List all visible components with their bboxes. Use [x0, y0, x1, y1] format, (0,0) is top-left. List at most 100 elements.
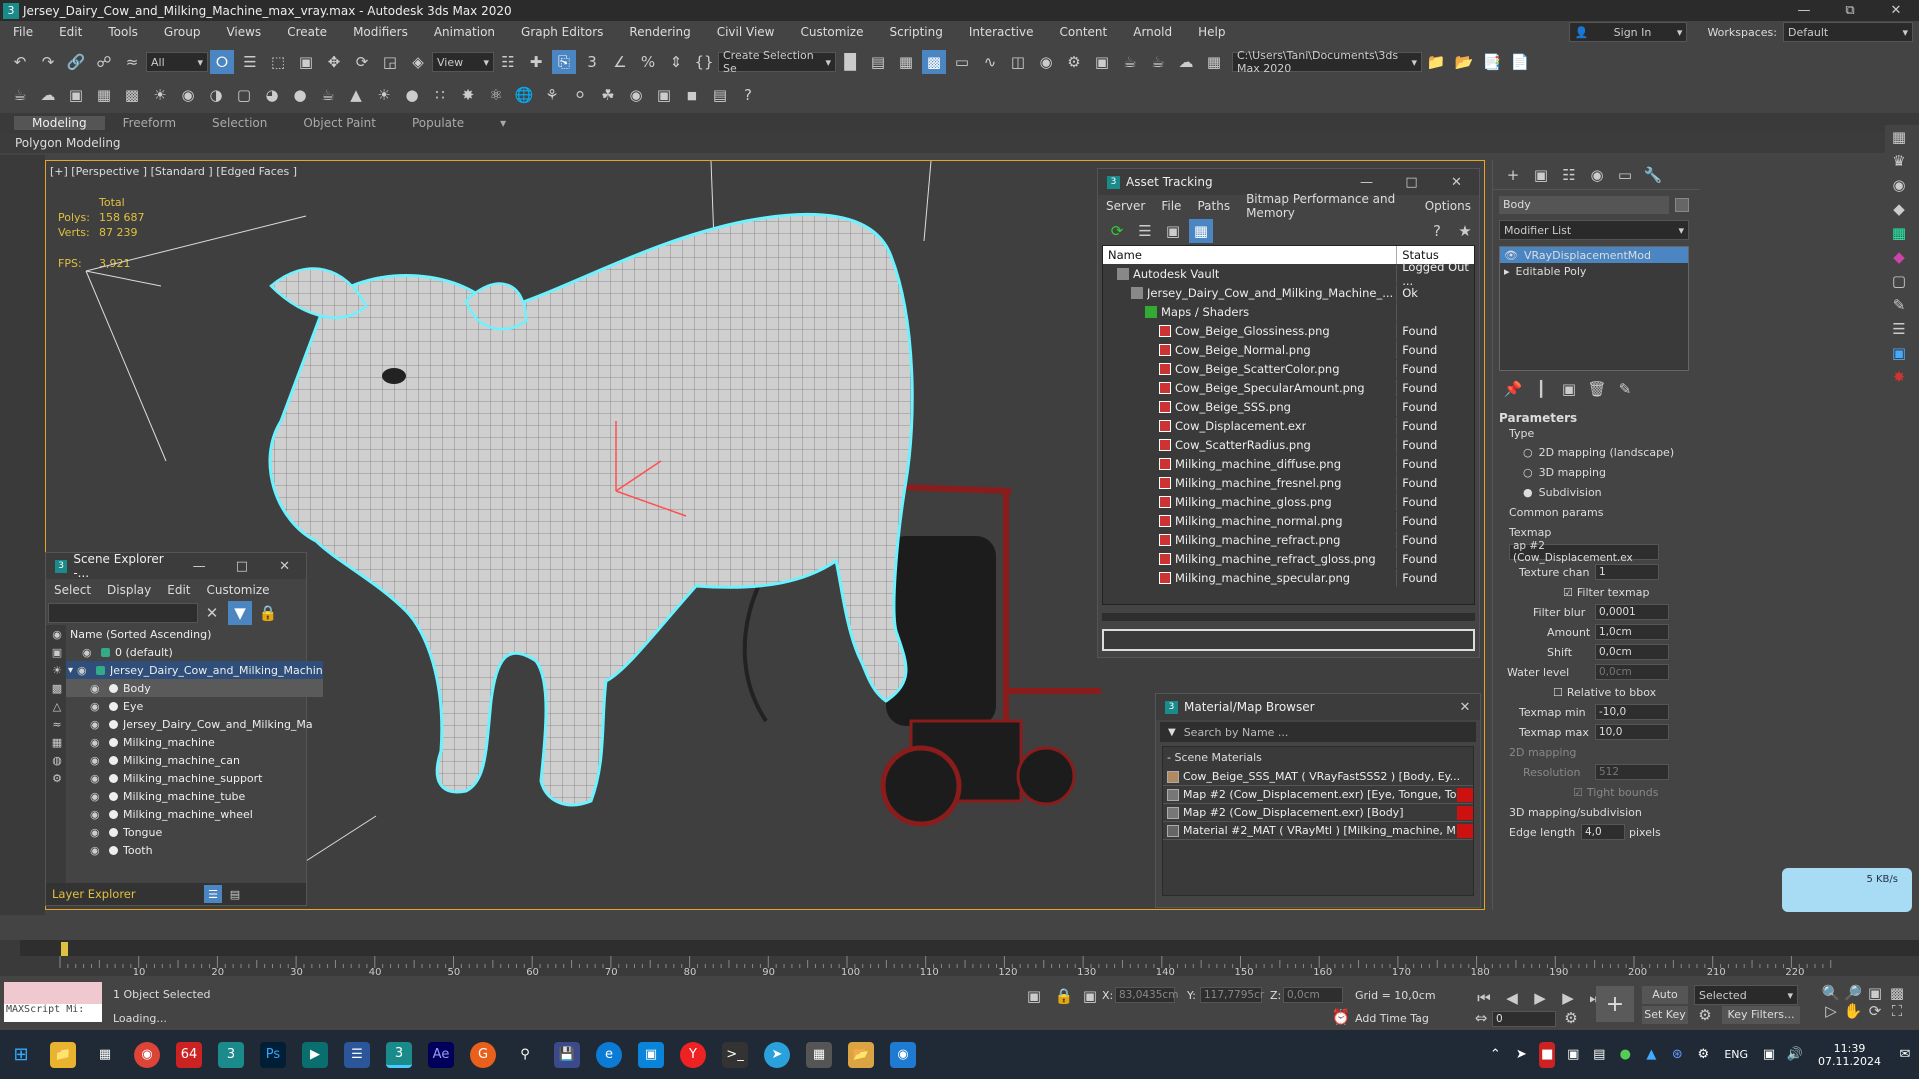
expand-icon[interactable]: ▸	[1504, 265, 1510, 278]
help-icon[interactable]: ?	[1425, 219, 1449, 243]
bind-spacewarp-icon[interactable]: ≈	[120, 50, 144, 74]
display-tab-icon[interactable]: ▭	[1613, 163, 1637, 187]
table-view-icon[interactable]: ▦	[1189, 219, 1213, 243]
visibility-eye-icon[interactable]: ◉	[90, 754, 104, 767]
z-coord-field[interactable]: 0,0cm	[1283, 987, 1343, 1003]
texmap-max-spinner[interactable]: 10,0	[1595, 724, 1669, 740]
scene-row[interactable]: ◉ 0 (default)	[66, 643, 323, 661]
material-row[interactable]: Cow_Beige_SSS_MAT ( VRayFastSSS2 ) [Body…	[1163, 768, 1473, 786]
visibility-eye-icon[interactable]: ◉	[90, 700, 104, 713]
shift-spinner[interactable]: 0,0cm	[1595, 644, 1669, 660]
checkbox-icon[interactable]: ☑	[1573, 786, 1583, 799]
box-icon[interactable]: ▢	[232, 83, 256, 107]
toggle-layer-explorer-icon[interactable]: ▩	[922, 50, 946, 74]
snaps-toggle-icon[interactable]: 3	[580, 50, 604, 74]
material-sphere-icon[interactable]: ◉	[624, 83, 648, 107]
photoshop-icon[interactable]: Ps	[260, 1041, 286, 1068]
scene-row[interactable]: ▾ ◉ Jersey_Dairy_Cow_and_Milking_Machin	[66, 661, 323, 679]
scene-row[interactable]: ◉ Tongue	[66, 823, 323, 841]
material-browser-titlebar[interactable]: 3 Material/Map Browser ✕	[1156, 694, 1480, 720]
screen-icon[interactable]: ▣	[64, 83, 88, 107]
notepad-icon[interactable]: ☰	[344, 1041, 370, 1068]
create-selection-set-dropdown[interactable]: Create Selection Se ▾	[718, 49, 836, 75]
clear-search-icon[interactable]: ✕	[200, 601, 224, 625]
tab-object-paint[interactable]: Object Paint	[285, 116, 394, 130]
zoom-icon[interactable]: 🔍	[1822, 984, 1841, 1002]
render-cloud-icon[interactable]: ☁	[1174, 50, 1198, 74]
list-icon[interactable]: ☰	[1133, 219, 1157, 243]
box-icon[interactable]: ▣	[1887, 341, 1911, 365]
link-icon[interactable]: 🔗	[64, 50, 88, 74]
mirror-icon[interactable]: █	[838, 50, 862, 74]
y-coord-field[interactable]: 117,7795cr	[1200, 987, 1264, 1003]
lock-selection-icon[interactable]: 🔒	[1052, 984, 1076, 1008]
display-spacewarps-icon[interactable]: ≈	[48, 715, 66, 733]
visibility-eye-icon[interactable]: ◉	[90, 772, 104, 785]
light-icon[interactable]: ☀	[148, 83, 172, 107]
scene-row[interactable]: ◉ Milking_machine_can	[66, 751, 323, 769]
rendered-frame-icon[interactable]: ▣	[1090, 50, 1114, 74]
menu-create[interactable]: Create	[274, 25, 340, 39]
explorer-icon[interactable]: 📁	[50, 1041, 76, 1068]
language-indicator[interactable]: ENG	[1724, 1048, 1748, 1061]
display-shapes-icon[interactable]: ▣	[48, 643, 66, 661]
select-manipulate-icon[interactable]: ✚	[524, 50, 548, 74]
menu-content[interactable]: Content	[1047, 25, 1121, 39]
menu-interactive[interactable]: Interactive	[956, 25, 1047, 39]
pencil-icon[interactable]: ✎	[1887, 293, 1911, 317]
render-icon[interactable]: ☕	[1118, 50, 1142, 74]
zoom-extents-all-icon[interactable]: ▩	[1888, 984, 1906, 1002]
set-key-big-button[interactable]: +	[1596, 986, 1634, 1022]
tray-monitor-icon[interactable]: ▣	[1565, 1042, 1581, 1068]
network-icon[interactable]: ✸	[1887, 365, 1911, 389]
add-time-tag[interactable]: Add Time Tag	[1355, 1012, 1429, 1025]
resolution-spinner[interactable]: 512	[1595, 764, 1669, 780]
tab-populate[interactable]: Populate	[394, 116, 482, 130]
calculator-icon[interactable]: ▦	[806, 1041, 832, 1068]
project-new-icon[interactable]: 📄	[1508, 50, 1532, 74]
asset-row[interactable]: Jersey_Dairy_Cow_and_Milking_Machine_...…	[1103, 284, 1474, 303]
angle-snap-icon[interactable]: ∠	[608, 50, 632, 74]
scene-header[interactable]: Name (Sorted Ascending)	[66, 625, 323, 643]
checkbox-icon[interactable]: ☑	[1563, 586, 1573, 599]
radio-3d-mapping[interactable]: ○ 3D mapping	[1493, 462, 1700, 482]
maximize-icon[interactable]: □	[1389, 175, 1434, 190]
plant-icon[interactable]: ⚘	[540, 83, 564, 107]
minimize-icon[interactable]: —	[1781, 3, 1827, 18]
scale-icon[interactable]: ◲	[378, 50, 402, 74]
visibility-eye-icon[interactable]: ◉	[90, 718, 104, 731]
grid-icon[interactable]: ▦	[92, 83, 116, 107]
g-app-icon[interactable]: G	[470, 1041, 496, 1068]
configure-sets-icon[interactable]: ✎	[1613, 377, 1637, 401]
visibility-eye-icon[interactable]: ◉	[90, 826, 104, 839]
menu-group[interactable]: Group	[151, 25, 214, 39]
material-row[interactable]: Map #2 (Cow_Displacement.exr) [Body]	[1163, 804, 1473, 822]
make-unique-icon[interactable]: ▣	[1557, 377, 1581, 401]
auto-key-button[interactable]: Auto Key	[1642, 986, 1688, 1019]
curve-editor-icon[interactable]: ∿	[978, 50, 1002, 74]
menu-civil-view[interactable]: Civil View	[704, 25, 788, 39]
folder-app-icon[interactable]: 📂	[848, 1041, 874, 1068]
menu-modifiers[interactable]: Modifiers	[340, 25, 421, 39]
scene-materials-section[interactable]: - Scene Materials	[1163, 747, 1473, 768]
play-icon[interactable]: ▶	[1528, 986, 1552, 1010]
tab-freeform[interactable]: Freeform	[105, 116, 194, 130]
set-key-button[interactable]: Set Key	[1642, 1006, 1688, 1024]
checkbox-icon[interactable]: ☐	[1553, 686, 1563, 699]
material-row[interactable]: Map #2 (Cow_Displacement.exr) [Eye, Tong…	[1163, 786, 1473, 804]
display-icon[interactable]: ▣	[1761, 1042, 1777, 1068]
menu-options[interactable]: Options	[1417, 199, 1479, 213]
tray-defender-icon[interactable]: ▲	[1643, 1042, 1659, 1068]
eye-icon[interactable]: 👁	[1504, 249, 1518, 262]
notifications-icon[interactable]: ✉	[1897, 1042, 1913, 1068]
object-name-field[interactable]: Body	[1499, 196, 1669, 214]
layer-explorer-label[interactable]: Layer Explorer	[52, 887, 202, 901]
network-speed-widget[interactable]: 5 KB/s	[1782, 868, 1912, 912]
asset-row[interactable]: Cow_Beige_Glossiness.png Found	[1103, 322, 1474, 341]
trophy-icon[interactable]: ♛	[1887, 149, 1911, 173]
options-icon[interactable]: ▼	[1168, 727, 1176, 738]
search-app-icon[interactable]: ⚲	[512, 1042, 538, 1068]
undo-icon[interactable]: ↶	[8, 50, 32, 74]
ribbon-options-icon[interactable]: ▾	[482, 116, 524, 130]
menu-select[interactable]: Select	[46, 583, 99, 597]
